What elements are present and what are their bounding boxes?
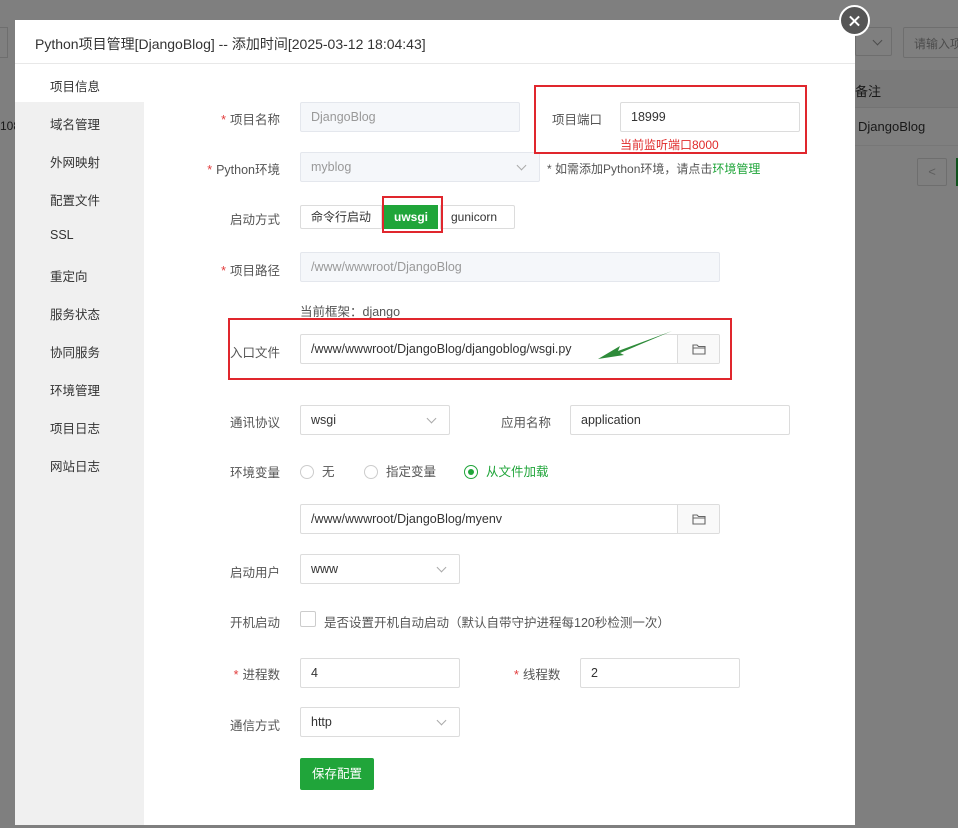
framework-text: 当前框架：django [300, 305, 401, 319]
comm-mode-label: 通信方式 [229, 719, 280, 733]
env-vars-option-specify[interactable]: 指定变量 [364, 461, 436, 480]
project-path-label: * 项目路径 [221, 264, 280, 278]
env-management-link[interactable]: 环境管理 [712, 162, 760, 176]
env-file-value: /www/wwwroot/DjangoBlog/myenv [311, 512, 503, 526]
sidebar-item-service-status[interactable]: 服务状态 [50, 304, 100, 323]
threads-input[interactable]: 2 [580, 658, 740, 688]
run-user-label: 启动用户 [229, 566, 280, 580]
threads-label: * 线程数 [514, 668, 561, 682]
env-vars-label: 环境变量 [229, 466, 280, 480]
processes-label: * 进程数 [233, 668, 280, 682]
sidebar-item-config-file[interactable]: 配置文件 [50, 190, 100, 209]
autostart-label: 开机启动 [229, 616, 280, 630]
folder-icon [692, 344, 706, 355]
folder-icon [692, 514, 706, 525]
sidebar-item-domain[interactable]: 域名管理 [50, 114, 100, 133]
env-file-input[interactable]: /www/wwwroot/DjangoBlog/myenv [300, 504, 720, 534]
run-user-select[interactable]: www [300, 554, 460, 584]
env-file-browse-button[interactable] [677, 505, 719, 533]
project-name-input[interactable]: DjangoBlog [300, 102, 520, 132]
autostart-text: 是否设置开机自动启动（默认自带守护进程每120秒检测一次） [324, 616, 670, 630]
env-vars-option-none[interactable]: 无 [300, 461, 335, 480]
app-name-label: 应用名称 [501, 416, 552, 430]
annotation-arrow-icon [598, 331, 672, 359]
project-port-label: 项目端口 [552, 113, 603, 127]
modal-title: Python项目管理[DjangoBlog] -- 添加时间[2025-03-1… [15, 20, 855, 64]
sidebar-item-project-info[interactable]: 项目信息 [50, 76, 100, 95]
start-mode-uwsgi[interactable]: uwsgi [384, 205, 438, 229]
sidebar-item-ssl[interactable]: SSL [50, 228, 74, 242]
modal-sidebar: 项目信息 域名管理 外网映射 配置文件 SSL 重定向 服务状态 协同服务 环境… [15, 64, 144, 825]
entry-file-browse-button[interactable] [677, 335, 719, 363]
start-mode-label: 启动方式 [229, 213, 280, 227]
protocol-select[interactable]: wsgi [300, 405, 450, 435]
app-name-input[interactable]: application [570, 405, 790, 435]
entry-file-label: 入口文件 [229, 346, 280, 360]
python-env-hint: * 如需添加Python环境，请点击环境管理 [547, 162, 761, 176]
sidebar-item-project-log[interactable]: 项目日志 [50, 418, 100, 437]
save-config-button[interactable]: 保存配置 [300, 758, 375, 790]
close-icon[interactable] [839, 5, 870, 36]
start-mode-gunicorn[interactable]: gunicorn [440, 205, 515, 229]
project-port-input[interactable]: 18999 [620, 102, 800, 132]
radio-dot [300, 465, 314, 479]
sidebar-item-env-management[interactable]: 环境管理 [50, 380, 100, 399]
sidebar-item-co-services[interactable]: 协同服务 [50, 342, 100, 361]
sidebar-item-redirect[interactable]: 重定向 [50, 266, 88, 285]
form-area: * 项目名称 DjangoBlog 项目端口 18999 当前监听端口8000 *… [144, 64, 855, 825]
autostart-checkbox[interactable] [300, 611, 316, 627]
comm-mode-select[interactable]: http [300, 707, 460, 737]
radio-dot-checked [464, 465, 478, 479]
start-mode-cli[interactable]: 命令行启动 [300, 205, 382, 229]
sidebar-item-site-log[interactable]: 网站日志 [50, 456, 100, 475]
project-modal: Python项目管理[DjangoBlog] -- 添加时间[2025-03-1… [15, 20, 855, 825]
entry-file-value: /www/wwwroot/DjangoBlog/djangoblog/wsgi.… [311, 342, 572, 356]
python-env-label: * Python环境 [207, 163, 280, 177]
project-name-label: * 项目名称 [221, 113, 280, 127]
env-vars-option-file[interactable]: 从文件加载 [464, 461, 549, 480]
sidebar-item-external-mapping[interactable]: 外网映射 [50, 152, 100, 171]
port-warning-text: 当前监听端口8000 [620, 138, 719, 152]
protocol-label: 通讯协议 [229, 416, 280, 430]
processes-input[interactable]: 4 [300, 658, 460, 688]
radio-dot [364, 465, 378, 479]
project-path-input[interactable]: /www/wwwroot/DjangoBlog [300, 252, 720, 282]
python-env-select[interactable]: myblog [300, 152, 540, 182]
